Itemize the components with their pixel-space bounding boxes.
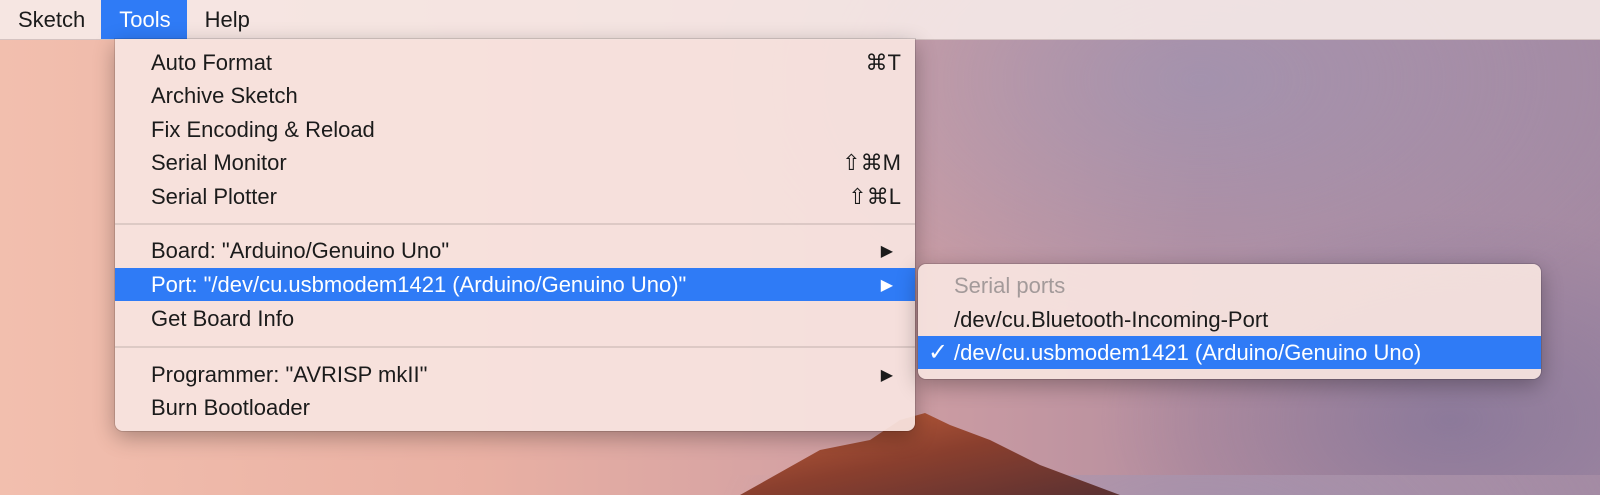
port-submenu: Serial ports /dev/cu.Bluetooth-Incoming-… (918, 264, 1541, 379)
shortcut-label: ⇧⌘L (848, 183, 901, 209)
menu-item-label: Serial Monitor (151, 149, 287, 175)
port-item-label: /dev/cu.Bluetooth-Incoming-Port (954, 306, 1269, 332)
port-item-bluetooth[interactable]: /dev/cu.Bluetooth-Incoming-Port (918, 303, 1541, 336)
menu-item-programmer[interactable]: Programmer: "AVRISP mkII" ▶ (115, 358, 915, 391)
menu-bar: Sketch Tools Help (0, 0, 1600, 40)
tools-dropdown-menu: Auto Format ⌘T Archive Sketch Fix Encodi… (115, 39, 915, 431)
menu-help[interactable]: Help (187, 0, 266, 39)
menu-sketch[interactable]: Sketch (0, 0, 101, 39)
menu-item-label: Programmer: "AVRISP mkII" (151, 361, 428, 387)
menu-item-get-board-info[interactable]: Get Board Info (115, 302, 915, 335)
menu-item-archive-sketch[interactable]: Archive Sketch (115, 79, 915, 112)
shortcut-label: ⌘T (865, 49, 901, 75)
menu-item-board[interactable]: Board: "Arduino/Genuino Uno" ▶ (115, 234, 915, 267)
triangle-right-icon: ▶ (880, 242, 893, 260)
menu-item-label: Auto Format (151, 49, 273, 75)
menu-item-label: Fix Encoding & Reload (151, 116, 375, 142)
port-item-usbmodem[interactable]: ✓ /dev/cu.usbmodem1421 (Arduino/Genuino … (918, 336, 1541, 369)
submenu-header-label: Serial ports (954, 272, 1066, 298)
shortcut-label: ⇧⌘M (842, 149, 901, 175)
menu-item-auto-format[interactable]: Auto Format ⌘T (115, 46, 915, 79)
menu-item-serial-plotter[interactable]: Serial Plotter ⇧⌘L (115, 180, 915, 213)
menu-item-fix-encoding[interactable]: Fix Encoding & Reload (115, 113, 915, 146)
menu-item-label: Get Board Info (151, 305, 295, 331)
checkmark-icon: ✓ (928, 339, 949, 366)
port-item-label: /dev/cu.usbmodem1421 (Arduino/Genuino Un… (954, 339, 1422, 365)
menu-tools[interactable]: Tools (101, 0, 187, 39)
menu-item-port[interactable]: Port: "/dev/cu.usbmodem1421 (Arduino/Gen… (115, 268, 915, 301)
menu-item-serial-monitor[interactable]: Serial Monitor ⇧⌘M (115, 146, 915, 179)
menu-item-label: Burn Bootloader (151, 394, 310, 420)
menu-item-label: Serial Plotter (151, 183, 277, 209)
menu-item-label: Archive Sketch (151, 82, 298, 108)
menu-item-burn-bootloader[interactable]: Burn Bootloader (115, 391, 915, 424)
menu-separator (115, 223, 915, 225)
submenu-header-serial-ports: Serial ports (918, 269, 1541, 302)
menu-item-label: Port: "/dev/cu.usbmodem1421 (Arduino/Gen… (151, 271, 687, 297)
menu-item-label: Board: "Arduino/Genuino Uno" (151, 237, 450, 263)
triangle-right-icon: ▶ (880, 366, 893, 384)
triangle-right-icon: ▶ (880, 276, 893, 294)
menu-separator (115, 346, 915, 348)
